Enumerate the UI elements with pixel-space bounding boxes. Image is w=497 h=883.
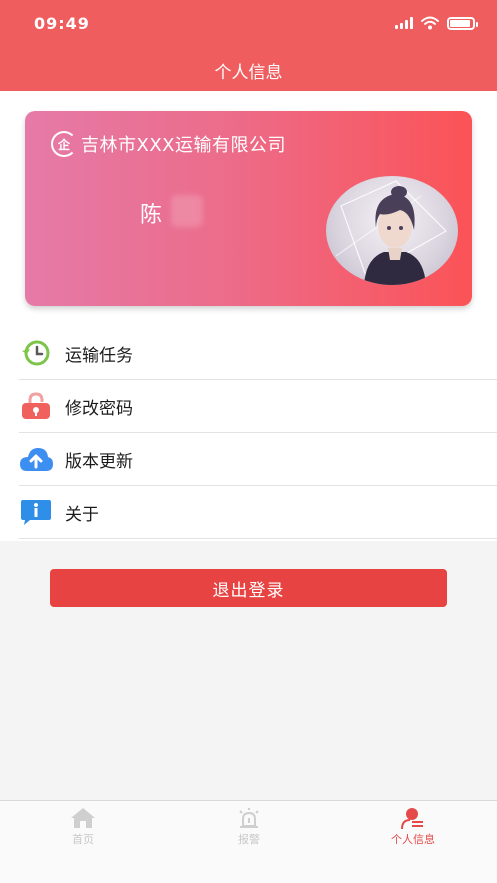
- menu-item-about[interactable]: 关于: [19, 486, 497, 539]
- home-icon: [71, 808, 95, 828]
- menu-item-label: 运输任务: [65, 345, 133, 366]
- name-redaction: [171, 195, 203, 227]
- lock-icon: [19, 391, 53, 421]
- battery-icon: [447, 16, 478, 30]
- menu-item-change-password[interactable]: 修改密码: [19, 380, 497, 433]
- profile-card: 企 吉林市XXX运输有限公司 陈: [25, 111, 472, 306]
- company-row: 企 吉林市XXX运输有限公司: [51, 131, 286, 157]
- company-name: 吉林市XXX运输有限公司: [81, 135, 286, 156]
- menu-item-label: 版本更新: [65, 451, 133, 472]
- menu-item-label: 关于: [65, 504, 99, 525]
- wifi-icon: [421, 16, 439, 30]
- avatar[interactable]: [326, 176, 458, 285]
- clock-return-icon: [19, 338, 53, 368]
- status-time: 09:49: [34, 14, 90, 33]
- menu-item-transport-task[interactable]: 运输任务: [19, 327, 497, 380]
- tab-home[interactable]: 首页: [23, 807, 143, 847]
- person-icon: [401, 808, 423, 829]
- header-bar: 09:49 个人信息: [0, 0, 497, 91]
- status-bar: 09:49: [0, 0, 497, 46]
- cloud-upload-icon: [19, 444, 53, 474]
- menu-item-version-update[interactable]: 版本更新: [19, 433, 497, 486]
- menu-item-label: 修改密码: [65, 398, 133, 419]
- signal-icon: [395, 17, 413, 29]
- company-logo-icon: 企: [51, 131, 77, 157]
- logout-button[interactable]: 退出登录: [50, 569, 447, 607]
- status-icons: [395, 16, 478, 30]
- avatar-illustration: [335, 180, 447, 285]
- tab-label: 报警: [238, 833, 260, 846]
- tab-bar: 首页 报警 个人信息: [0, 800, 497, 883]
- alarm-icon: [239, 808, 259, 828]
- tab-label: 首页: [72, 833, 94, 846]
- tab-alarm[interactable]: 报警: [189, 807, 309, 847]
- user-name: 陈: [140, 203, 163, 228]
- tab-label: 个人信息: [391, 833, 435, 846]
- page-title: 个人信息: [214, 63, 283, 83]
- info-icon: [19, 497, 53, 527]
- tab-profile[interactable]: 个人信息: [353, 807, 473, 847]
